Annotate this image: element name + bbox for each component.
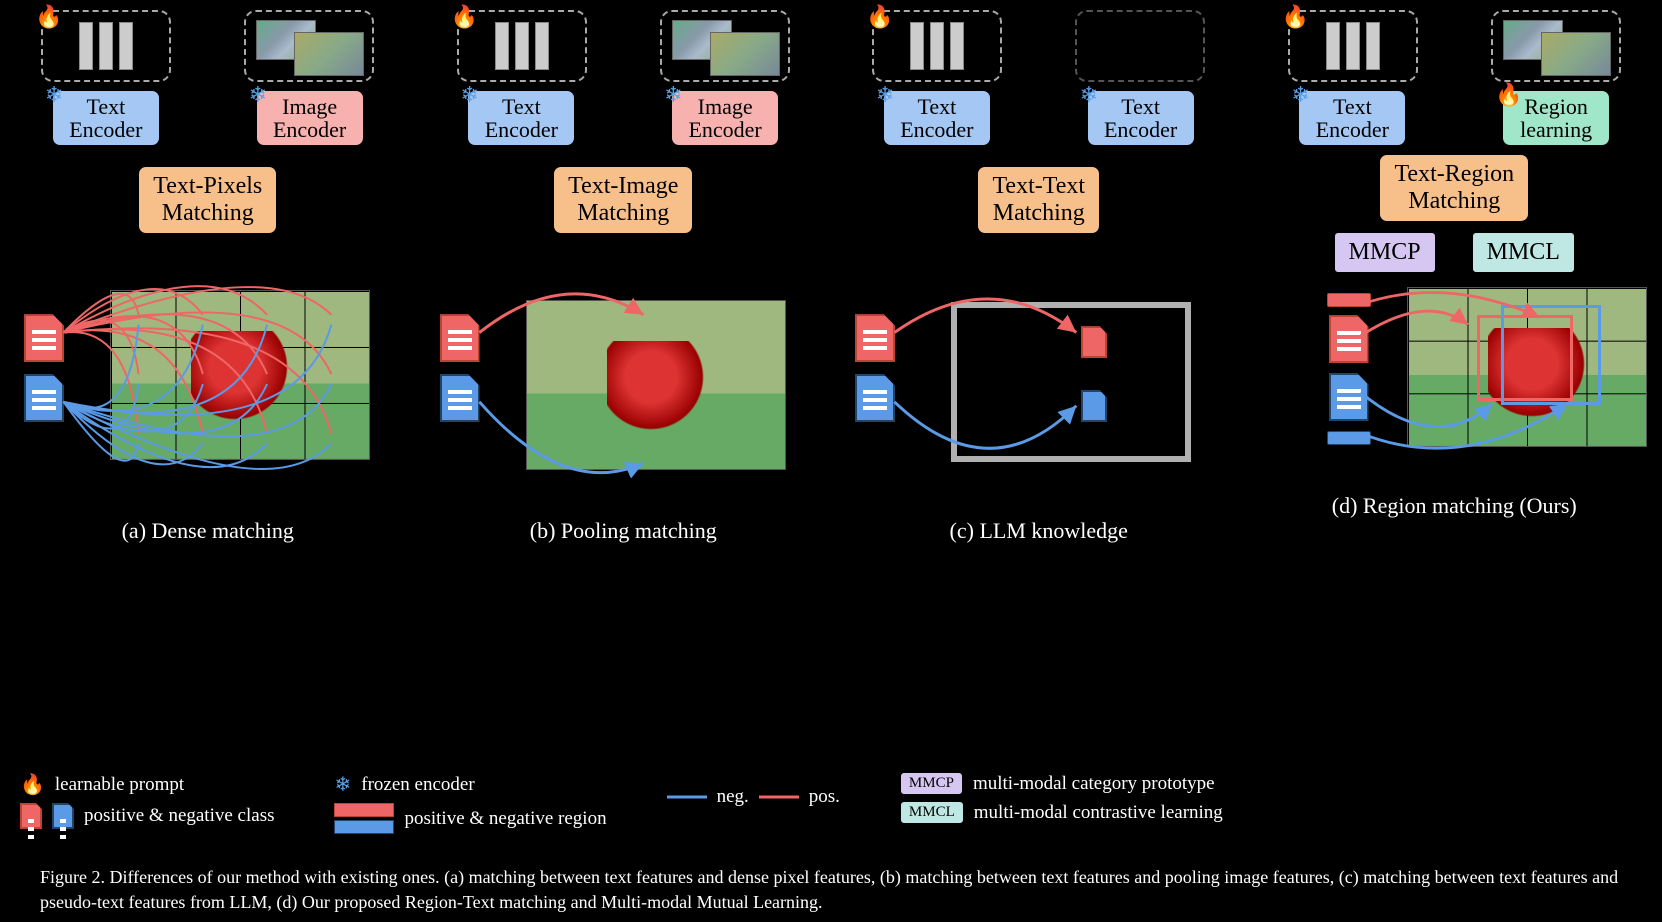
matching-d: Text-Region Matching <box>1379 154 1529 222</box>
text-encoder-c2: ❄ Text Encoder <box>1087 90 1195 146</box>
snowflake-icon: ❄ <box>334 772 351 797</box>
text-encoder-a: ❄ Text Encoder <box>52 90 160 146</box>
prompt-box-c-right <box>1075 10 1205 82</box>
snowflake-icon: ❄ <box>1080 83 1098 106</box>
prompt-box-d-left: 🔥 <box>1288 10 1418 82</box>
snowflake-icon: ❄ <box>664 83 682 106</box>
text-encoder-label: Text Encoder <box>69 94 142 142</box>
caption-a: (a) Dense matching <box>122 518 294 544</box>
text-encoder-d: ❄ Text Encoder <box>1298 90 1406 146</box>
fire-icon: 🔥 <box>451 4 478 30</box>
text-encoder-label: Text Encoder <box>1316 94 1389 142</box>
caption-c: (c) LLM knowledge <box>950 518 1128 544</box>
region-learning-label: Region learning <box>1520 94 1592 142</box>
doc-icon-blue <box>52 803 74 829</box>
caption-d: (d) Region matching (Ours) <box>1332 493 1577 519</box>
image-encoder-a: ❄ Image Encoder <box>256 90 364 146</box>
image-box-a-right <box>244 10 374 82</box>
column-b: 🔥 ❄ Text Encoder ❄ Image Encoder Text-Im… <box>416 0 832 544</box>
caption-b: (b) Pooling matching <box>530 518 717 544</box>
text-text-arrows <box>841 254 1237 514</box>
legend-doc: positive & negative class <box>84 805 274 827</box>
legend-fire: learnable prompt <box>55 774 184 796</box>
text-encoder-c1: ❄ Text Encoder <box>883 90 991 146</box>
legend-bars: positive & negative region <box>404 808 606 830</box>
image-encoder-label: Image Encoder <box>273 94 346 142</box>
legend-line-pos: pos. <box>809 786 840 808</box>
mmcl-box: MMCL <box>1472 232 1575 273</box>
fire-icon: 🔥 <box>1495 83 1522 106</box>
column-a: 🔥 ❄ Text Encoder ❄ Image Encoder Text-Pi… <box>0 0 416 544</box>
snowflake-icon: ❄ <box>249 83 267 106</box>
doc-icon-red <box>20 803 42 829</box>
prompt-box-c-left: 🔥 <box>872 10 1002 82</box>
legend: 🔥 learnable prompt positive & negative c… <box>20 772 1642 912</box>
matching-b: Text-Image Matching <box>553 166 693 234</box>
illustration-d <box>1257 279 1653 489</box>
legend-mmcl-box: MMCL <box>900 801 964 824</box>
image-encoder-label: Image Encoder <box>688 94 761 142</box>
column-c: 🔥 ❄ Text Encoder ❄ Text Encoder Text-Tex… <box>831 0 1247 544</box>
legend-snow: frozen encoder <box>361 774 474 796</box>
image-box-b-right <box>660 10 790 82</box>
text-encoder-label: Text Encoder <box>485 94 558 142</box>
snowflake-icon: ❄ <box>876 83 894 106</box>
fire-icon: 🔥 <box>1282 4 1309 30</box>
matching-c: Text-Text Matching <box>977 166 1100 234</box>
snowflake-icon: ❄ <box>45 83 63 106</box>
legend-mmcp-desc: multi-modal category prototype <box>973 773 1215 795</box>
text-encoder-label: Text Encoder <box>900 94 973 142</box>
region-arrows <box>1257 279 1653 489</box>
illustration-a <box>10 254 406 514</box>
region-bar-blue <box>334 820 394 834</box>
figure-caption: Figure 2. Differences of our method with… <box>40 865 1622 914</box>
illustration-b <box>426 254 822 514</box>
prompt-box-b-left: 🔥 <box>457 10 587 82</box>
region-bar-red <box>334 803 394 817</box>
matching-a: Text-Pixels Matching <box>138 166 277 234</box>
fire-icon: 🔥 <box>866 4 893 30</box>
region-learning-d: 🔥 Region learning <box>1502 90 1610 146</box>
illustration-c <box>841 254 1237 514</box>
legend-line-neg: neg. <box>717 786 749 808</box>
legend-mmcl-desc: multi-modal contrastive learning <box>974 802 1223 824</box>
text-encoder-label-2: Text Encoder <box>1104 94 1177 142</box>
mmcp-box: MMCP <box>1334 232 1436 273</box>
image-box-d-right <box>1491 10 1621 82</box>
dense-arrows <box>10 254 406 514</box>
fire-icon: 🔥 <box>20 772 45 797</box>
column-d: 🔥 ❄ Text Encoder 🔥 Region learning Text-… <box>1247 0 1662 544</box>
text-encoder-b: ❄ Text Encoder <box>467 90 575 146</box>
image-encoder-b: ❄ Image Encoder <box>671 90 779 146</box>
prompt-box-a-left: 🔥 <box>41 10 171 82</box>
snowflake-icon: ❄ <box>1291 83 1309 106</box>
pooling-arrows <box>426 254 822 514</box>
legend-mmcp-box: MMCP <box>900 772 963 795</box>
snowflake-icon: ❄ <box>460 83 478 106</box>
fire-icon: 🔥 <box>35 4 62 30</box>
